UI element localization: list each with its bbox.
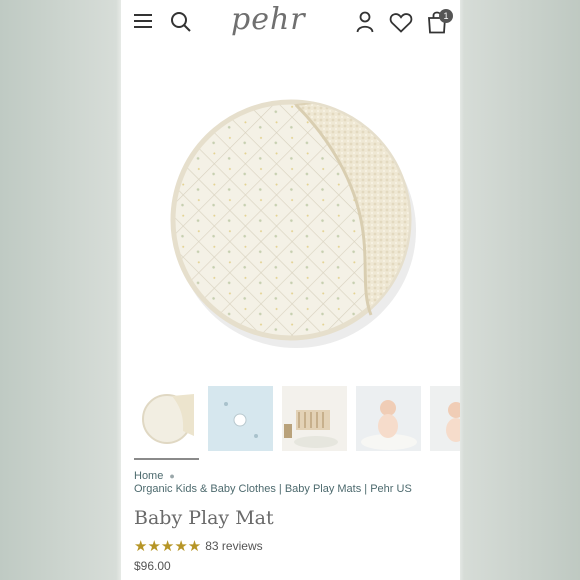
thumbnail-strip (134, 386, 460, 460)
site-header: pehr 1 (121, 0, 460, 44)
thumbnail-play-mat[interactable] (134, 386, 199, 451)
product-hero-image[interactable] (121, 70, 460, 370)
star-rating-icon: ★★★★★ (134, 538, 202, 555)
thumbnail-baby-playing[interactable] (430, 386, 460, 451)
cart-count-badge: 1 (439, 9, 453, 23)
product-rating[interactable]: ★★★★★ 83 reviews (134, 537, 263, 555)
thumbnail-baby-sitting[interactable] (356, 386, 421, 451)
product-price: $96.00 (134, 559, 171, 573)
search-icon[interactable] (170, 11, 191, 32)
heart-icon[interactable] (389, 12, 413, 33)
brand-logo[interactable]: pehr (231, 2, 306, 37)
breadcrumb-current-link[interactable]: Organic Kids & Baby Clothes | Baby Play … (134, 483, 412, 495)
thumbnail-mat-closeup[interactable] (208, 386, 273, 451)
active-thumbnail-indicator (134, 458, 199, 460)
reviews-link[interactable]: 83 reviews (205, 539, 262, 553)
breadcrumb-home-link[interactable]: Home (134, 470, 163, 482)
breadcrumb: Home ● Organic Kids & Baby Clothes | Baby… (134, 470, 454, 496)
thumbnail-nursery[interactable] (282, 386, 347, 451)
breadcrumb-separator-icon: ● (169, 471, 175, 481)
account-icon[interactable] (356, 11, 374, 33)
menu-icon[interactable] (134, 13, 152, 29)
product-title: Baby Play Mat (134, 507, 274, 529)
phone-screen: pehr 1 Home ● Organic Kids & Baby Clothe… (121, 0, 460, 580)
